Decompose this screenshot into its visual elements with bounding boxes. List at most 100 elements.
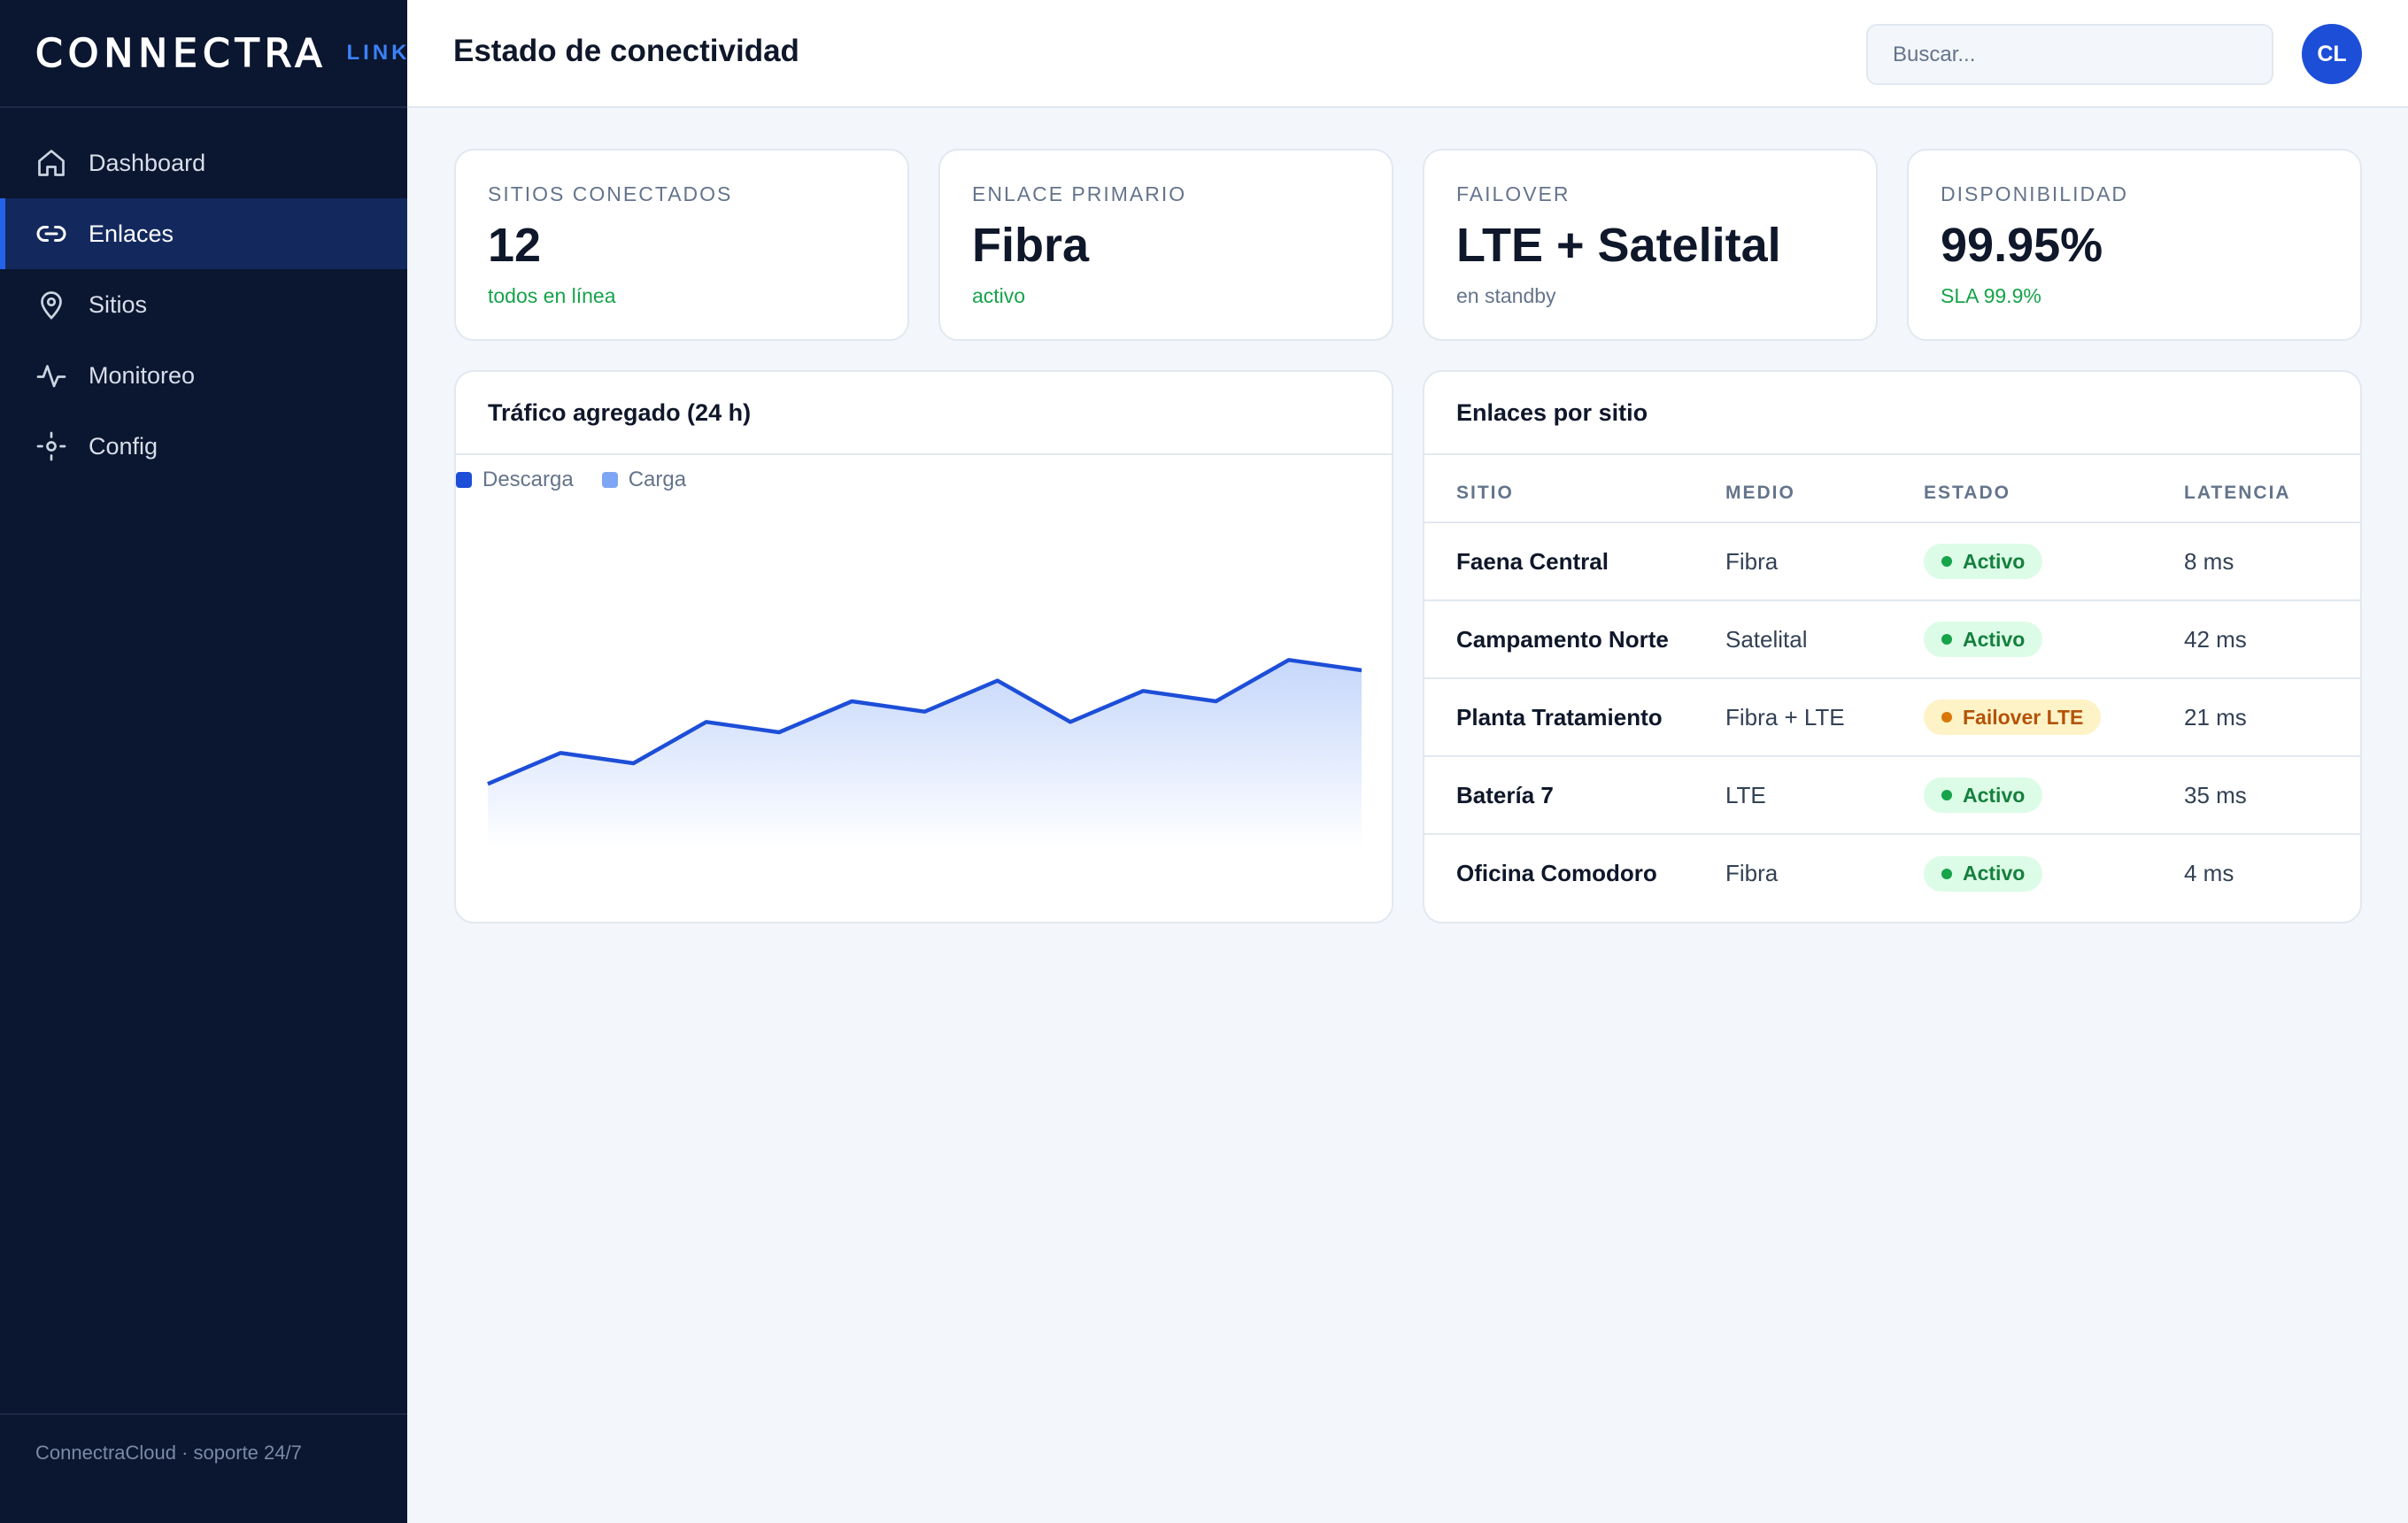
brand[interactable]: CONNECTRA LINK: [0, 0, 407, 108]
status-label: Activo: [1963, 783, 2026, 807]
status-badge: Failover LTE: [1924, 700, 2102, 735]
data-point[interactable]: [558, 750, 563, 755]
cell-site: Faena Central: [1424, 522, 1725, 601]
table-header-row: SITIO MEDIO ESTADO LATENCIA: [1424, 455, 2360, 523]
cell-site: Batería 7: [1424, 756, 1725, 835]
sidebar-item-dashboard[interactable]: Dashboard: [0, 128, 407, 198]
table-row[interactable]: Oficina Comodoro Fibra Activo 4 ms: [1424, 834, 2360, 912]
kpi-value: Fibra: [972, 219, 1090, 272]
kpi-value: 12: [488, 219, 542, 272]
cell-medio: Fibra: [1725, 522, 1924, 601]
links-table: SITIO MEDIO ESTADO LATENCIA Faena Centra…: [1424, 455, 2360, 912]
status-label: Failover LTE: [1963, 705, 2084, 729]
status-badge: Activo: [1924, 777, 2043, 813]
map-pin-icon: [35, 289, 67, 321]
kpi-label: SITIOS CONECTADOS: [488, 182, 733, 205]
sidebar-item-enlaces[interactable]: Enlaces: [0, 198, 407, 269]
status-dot: [1941, 634, 1952, 645]
status-label: Activo: [1963, 862, 2026, 885]
data-point[interactable]: [485, 781, 490, 786]
table-row[interactable]: Faena Central Fibra Activo 8 ms: [1424, 522, 2360, 601]
data-point[interactable]: [776, 730, 782, 735]
legend-item-carga: Carga: [601, 468, 687, 492]
settings-icon: [35, 430, 67, 462]
column-header-estado[interactable]: ESTADO: [1924, 455, 2184, 523]
panel-title: Enlaces por sitio: [1424, 372, 2360, 455]
legend-label: Descarga: [482, 468, 574, 491]
status-dot: [1941, 868, 1952, 879]
kpi-value: LTE + Satelital: [1456, 219, 1781, 272]
sidebar-item-config[interactable]: Config: [0, 411, 407, 482]
data-point[interactable]: [1214, 699, 1219, 704]
kpi-label: DISPONIBILIDAD: [1941, 182, 2129, 205]
kpi-sub: SLA 99.9%: [1941, 284, 2041, 307]
status-dot: [1941, 556, 1952, 567]
cell-medio: Fibra: [1725, 860, 1779, 886]
cell-site: Oficina Comodoro: [1456, 860, 1657, 886]
avatar[interactable]: CL: [2302, 24, 2362, 84]
sidebar-item-label: Monitoreo: [89, 361, 196, 389]
brand-logo: CONNECTRA: [35, 30, 328, 77]
sidebar-item-label: Enlaces: [89, 220, 174, 247]
search-input[interactable]: [1866, 24, 2273, 85]
sidebar: CONNECTRA LINK Dashboard Enlaces Sitios: [0, 0, 407, 1523]
cell-site: Campamento Norte: [1424, 600, 1725, 679]
column-header-latencia[interactable]: LATENCIA: [2184, 455, 2360, 523]
legend-label: Carga: [628, 468, 687, 491]
data-point[interactable]: [1359, 668, 1364, 673]
cell-latencia: 8 ms: [2184, 522, 2360, 601]
page-title: Estado de conectividad: [453, 34, 799, 68]
table-row[interactable]: Batería 7 LTE Activo 35 ms: [1424, 756, 2360, 835]
data-point[interactable]: [1068, 719, 1073, 724]
sidebar-item-label: Sitios: [89, 290, 148, 318]
link-icon: [35, 218, 67, 250]
series-area-descarga: [488, 660, 1362, 850]
data-point[interactable]: [995, 678, 1000, 684]
legend-swatch: [456, 472, 472, 488]
kpi-label: ENLACE PRIMARIO: [972, 182, 1187, 205]
kpi-sub: activo: [972, 284, 1026, 307]
status-dot: [1941, 712, 1952, 723]
status-dot: [1941, 790, 1952, 800]
sidebar-item-monitoreo[interactable]: Monitoreo: [0, 340, 407, 411]
sidebar-footer: ConnectraCloud · soporte 24/7: [0, 1413, 407, 1523]
sidebar-item-label: Config: [89, 432, 158, 460]
column-header-sitio[interactable]: SITIO: [1424, 455, 1725, 523]
legend-swatch: [601, 472, 618, 488]
table-row[interactable]: Campamento Norte Satelital Activo 42 ms: [1424, 600, 2360, 679]
status-badge: Activo: [1924, 622, 2043, 657]
kpi-card-disponibilidad: DISPONIBILIDAD 99.95% SLA 99.9%: [1907, 149, 2362, 341]
sidebar-item-label: Dashboard: [89, 149, 206, 176]
cell-medio: LTE: [1725, 756, 1924, 835]
kpi-sub: en standby: [1456, 284, 1556, 307]
kpi-card-sitios: SITIOS CONECTADOS 12 todos en línea: [454, 149, 909, 341]
kpi-card-enlace-primario: ENLACE PRIMARIO Fibra activo: [938, 149, 1393, 341]
status-badge: Activo: [1924, 855, 2043, 892]
kpi-label: FAILOVER: [1456, 182, 1571, 205]
traffic-panel: Tráfico agregado (24 h) Descarga Carga: [454, 370, 1393, 924]
cell-estado: Failover LTE: [1924, 678, 2184, 757]
table-row[interactable]: Planta Tratamiento Fibra + LTE Failover …: [1424, 678, 2360, 757]
data-point[interactable]: [1286, 657, 1292, 662]
data-point[interactable]: [849, 699, 854, 704]
home-icon: [35, 147, 67, 179]
cell-medio: Satelital: [1725, 600, 1924, 679]
cell-estado: Activo: [1924, 756, 2184, 835]
data-point[interactable]: [631, 761, 637, 766]
top-header: Estado de conectividad CL: [407, 0, 2408, 108]
data-point[interactable]: [922, 709, 928, 715]
cell-estado: Activo: [1924, 834, 2184, 912]
cell-medio: Fibra + LTE: [1725, 678, 1924, 757]
chart-legend: Descarga Carga: [456, 468, 714, 492]
cell-estado: Activo: [1924, 600, 2184, 679]
column-header-medio[interactable]: MEDIO: [1725, 455, 1924, 523]
sidebar-nav: Dashboard Enlaces Sitios Monitoreo Confi…: [0, 128, 407, 482]
status-label: Activo: [1963, 549, 2026, 573]
status-label: Activo: [1963, 627, 2026, 651]
activity-icon: [35, 359, 67, 391]
data-point[interactable]: [704, 719, 709, 724]
cell-estado: Activo: [1924, 522, 2184, 601]
sidebar-item-sitios[interactable]: Sitios: [0, 269, 407, 340]
cell-latencia: 21 ms: [2184, 678, 2360, 757]
data-point[interactable]: [1140, 688, 1146, 693]
